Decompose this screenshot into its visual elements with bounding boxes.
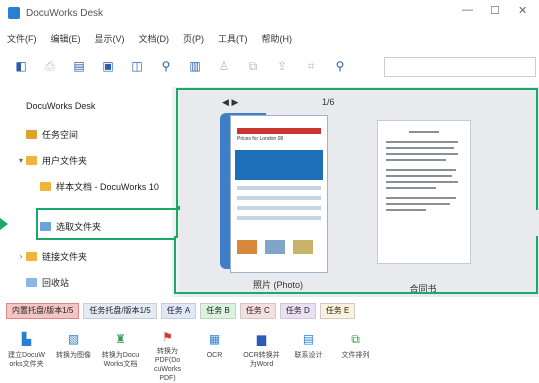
doc-row: [237, 216, 321, 220]
sidebar-item-label: 任务空间: [42, 129, 79, 140]
sidebar-item-user-folder[interactable]: ▾ 用户文件夹: [16, 149, 87, 171]
print-icon[interactable]: ⎙: [42, 58, 58, 74]
menu-edit[interactable]: 编辑(E): [44, 32, 88, 45]
desk-view-icon[interactable]: ◧: [13, 58, 29, 74]
tab-task-d[interactable]: 任务 D: [279, 303, 316, 319]
create-folder-button[interactable]: ▙ 建立DocuW orks文件夹: [6, 324, 47, 379]
email-icon: ▤: [302, 332, 315, 346]
sidebar-root[interactable]: DocuWorks Desk: [26, 95, 95, 117]
folder-icon: [26, 155, 37, 165]
column-icon[interactable]: ▥: [187, 58, 203, 74]
tray-tabs: 内置托盘/版本1/5 任务托盘/版本1/5 任务 A 任务 B 任务 C 任务 …: [0, 301, 539, 321]
highlight-frame-top: [176, 88, 538, 210]
document-new-icon: ▙: [21, 332, 32, 346]
ocr-button[interactable]: ▦ OCR: [194, 324, 235, 379]
tab-inbox[interactable]: 内置托盘/版本1/5: [6, 303, 80, 319]
merge-icon: ⧉: [351, 331, 360, 346]
crop-icon[interactable]: ⌗: [303, 58, 319, 74]
dock-label: 建立DocuW orks文件夹: [8, 352, 45, 368]
contact-design-button[interactable]: ▤ 联系设计: [288, 324, 329, 379]
copy-icon[interactable]: ⧉: [245, 58, 261, 74]
menu-bar: 文件(F) 编辑(E) 显示(V) 文档(D) 页(P) 工具(T) 帮助(H): [0, 30, 539, 46]
pointer-arrow-icon: [0, 218, 8, 230]
highlight-connector: [176, 206, 178, 238]
sidebar-item-label: 样本文档 - DocuWorks 10: [56, 181, 159, 192]
tab-task-e[interactable]: 任务 E: [319, 303, 356, 319]
title-bar: DocuWorks Desk — ☐ ✕: [0, 0, 539, 26]
ocr-icon: ▦: [208, 332, 221, 346]
highlight-frame-bottom: [174, 236, 538, 294]
sidebar-root-label: DocuWorks Desk: [26, 101, 96, 111]
split-view-icon[interactable]: ◫: [129, 58, 145, 74]
sidebar-item-task-space[interactable]: 任务空间: [26, 123, 78, 145]
tab-task-c[interactable]: 任务 C: [239, 303, 276, 319]
app-logo-icon: [8, 7, 20, 19]
minimize-button[interactable]: —: [462, 4, 473, 16]
ocr-word-button[interactable]: ▆ OCR转换并 为Word: [241, 324, 282, 379]
dock-label: 转换为 PDF(Do cuWorks PDF): [153, 348, 182, 382]
folder-icon: [26, 251, 37, 261]
upload-icon[interactable]: ⇪: [274, 58, 290, 74]
menu-tools[interactable]: 工具(T): [211, 32, 255, 45]
dock-label: 转换为Docu Works文档: [101, 352, 140, 368]
convert-docuworks-button[interactable]: ♜ 转换为Docu Works文档: [100, 324, 141, 379]
toolbar: ◧ ⎙ ▤ ▣ ◫ ⚲ ▥ ♙ ⧉ ⇪ ⌗ ⚲: [0, 54, 539, 78]
sidebar-item-label: 用户文件夹: [42, 155, 88, 166]
search-icon[interactable]: ⚲: [332, 58, 348, 74]
sidebar: DocuWorks Desk 任务空间 ▾ 用户文件夹 样本文档 - DocuW…: [0, 87, 172, 297]
menu-document[interactable]: 文档(D): [132, 32, 177, 45]
task-icon: [26, 129, 37, 139]
image-icon: ▧: [67, 332, 80, 346]
word-icon: ▆: [256, 332, 267, 346]
menu-view[interactable]: 显示(V): [88, 32, 132, 45]
chevron-down-icon[interactable]: ▾: [16, 156, 26, 165]
dock-label: 转换为图像: [56, 352, 91, 359]
chevron-right-icon[interactable]: ›: [16, 252, 26, 261]
highlight-sidebar-item: [36, 208, 176, 240]
tab-task-a[interactable]: 任务 A: [160, 303, 197, 319]
user-icon[interactable]: ♙: [216, 58, 232, 74]
menu-file[interactable]: 文件(F): [0, 32, 44, 45]
menu-page[interactable]: 页(P): [176, 32, 211, 45]
zoom-icon[interactable]: ⚲: [158, 58, 174, 74]
recycle-bin-icon: [26, 277, 37, 287]
pdf-icon: ⚑: [162, 330, 173, 344]
sidebar-item-recycle-bin[interactable]: 回收站: [26, 271, 69, 293]
convert-image-button[interactable]: ▧ 转换为图像: [53, 324, 94, 379]
sidebar-item-label: 链接文件夹: [42, 251, 88, 262]
folder-icon: [40, 181, 51, 191]
command-dock: ▙ 建立DocuW orks文件夹 ▧ 转换为图像 ♜ 转换为Docu Work…: [0, 324, 539, 382]
tab-task-b[interactable]: 任务 B: [200, 303, 236, 319]
tab-task-tray[interactable]: 任务托盘/版本1/5: [83, 303, 157, 319]
dock-label: OCR转换并 为Word: [243, 352, 280, 368]
maximize-button[interactable]: ☐: [490, 4, 500, 17]
window-title: DocuWorks Desk: [26, 7, 104, 19]
thumbnail-view-icon[interactable]: ▣: [100, 58, 116, 74]
arrange-files-button[interactable]: ⧉ 文件排列: [335, 324, 376, 379]
dock-label: 文件排列: [341, 352, 370, 359]
sidebar-item-label: 回收站: [42, 277, 70, 288]
sidebar-item-link-folder[interactable]: › 链接文件夹: [16, 245, 87, 267]
docuworks-convert-icon: ♜: [115, 332, 126, 346]
dock-label: OCR: [206, 352, 223, 359]
dock-label: 联系设计: [294, 352, 323, 359]
close-button[interactable]: ✕: [518, 4, 527, 17]
menu-help[interactable]: 帮助(H): [255, 32, 300, 45]
new-document-icon[interactable]: ▤: [71, 58, 87, 74]
sidebar-item-sample-docs[interactable]: 样本文档 - DocuWorks 10: [40, 175, 159, 197]
convert-pdf-button[interactable]: ⚑ 转换为 PDF(Do cuWorks PDF): [147, 324, 188, 382]
search-input[interactable]: [384, 57, 536, 77]
